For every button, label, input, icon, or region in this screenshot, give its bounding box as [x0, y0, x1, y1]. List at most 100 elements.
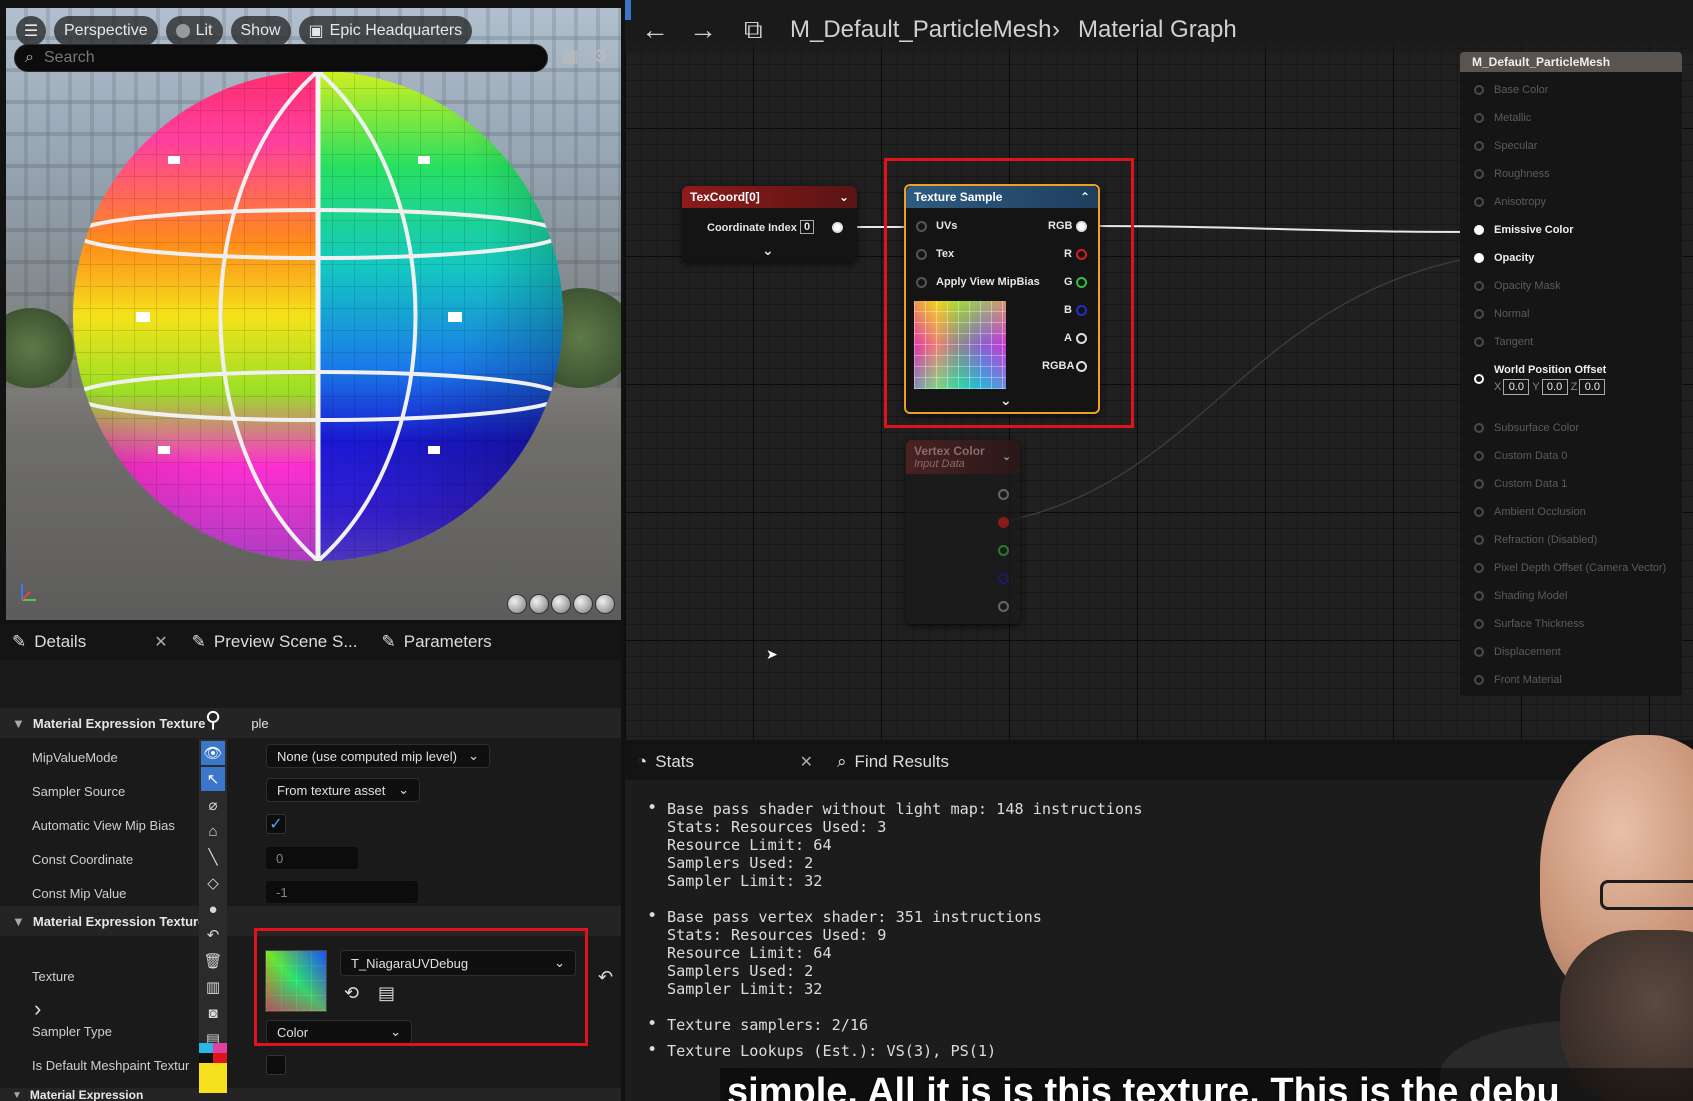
vertex-color-node[interactable]: Vertex Color Input Data ⌄ [906, 440, 1020, 624]
close-tab-icon[interactable]: ✕ [154, 632, 167, 652]
result-input-world-position-offset[interactable]: World Position Offset X 0.0 Y 0.0 Z 0.0 [1474, 364, 1606, 395]
input-pin[interactable] [1474, 647, 1484, 657]
cylinder-preview-icon[interactable] [507, 594, 527, 614]
vertex-color-b-pin[interactable] [998, 573, 1009, 584]
vertex-color-g-pin[interactable] [998, 545, 1009, 556]
result-input-base-color[interactable]: Base Color [1474, 84, 1548, 96]
result-input-front-material[interactable]: Front Material [1474, 674, 1562, 686]
eraser-icon[interactable]: ◇ [201, 871, 225, 895]
gear-icon[interactable]: ⚙ [591, 46, 607, 67]
result-input-subsurface-color[interactable]: Subsurface Color [1474, 422, 1579, 434]
result-input-shading-model[interactable]: Shading Model [1474, 590, 1567, 602]
dot-icon[interactable]: ● [201, 897, 225, 921]
stamp-icon[interactable]: ▥ [201, 975, 225, 999]
viewport-menu-button[interactable]: ☰ [16, 16, 46, 46]
result-input-ambient-occlusion[interactable]: Ambient Occlusion [1474, 506, 1586, 518]
auto-view-mip-bias-checkbox[interactable]: ✓ [266, 814, 286, 834]
result-input-custom-data-1[interactable]: Custom Data 1 [1474, 478, 1567, 490]
result-input-anisotropy[interactable]: Anisotropy [1474, 196, 1546, 208]
breadcrumb-material[interactable]: M_Default_ParticleMesh [790, 16, 1051, 44]
result-input-roughness[interactable]: Roughness [1474, 168, 1550, 180]
result-input-specular[interactable]: Specular [1474, 140, 1537, 152]
details-search-input[interactable]: ⌕ Search [14, 44, 548, 72]
input-pin[interactable] [1474, 591, 1484, 601]
input-pin[interactable] [1474, 197, 1484, 207]
input-pin[interactable] [1474, 113, 1484, 123]
eye-icon[interactable]: 👁 [201, 741, 225, 765]
result-input-displacement[interactable]: Displacement [1474, 646, 1561, 658]
camera-icon[interactable]: ◙ [201, 1001, 225, 1025]
lit-button[interactable]: Lit [165, 16, 223, 46]
input-pin[interactable] [1474, 479, 1484, 489]
texcoord-output-pin[interactable] [832, 222, 843, 233]
select-arrow-icon[interactable]: ↖ [201, 767, 225, 791]
chevron-down-icon[interactable]: ⌄ [839, 190, 849, 204]
environment-button[interactable]: ▣ Epic Headquarters [298, 16, 473, 46]
result-input-metallic[interactable]: Metallic [1474, 112, 1531, 124]
tab-details[interactable]: ✎ Details ✕ [0, 624, 180, 660]
result-input-tangent[interactable]: Tangent [1474, 336, 1533, 348]
result-input-opacity[interactable]: Opacity [1474, 252, 1534, 264]
input-pin[interactable] [1474, 169, 1484, 179]
input-pin[interactable] [1474, 141, 1484, 151]
input-pin[interactable] [1474, 563, 1484, 573]
reset-to-default-icon[interactable]: ↶ [598, 967, 613, 988]
tab-preview-scene[interactable]: ✎ Preview Scene S... [180, 624, 370, 660]
line-icon[interactable]: ╲ [201, 845, 225, 869]
result-input-surface-thickness[interactable]: Surface Thickness [1474, 618, 1584, 630]
forward-arrow-icon[interactable]: → [689, 14, 717, 46]
show-button[interactable]: Show [230, 16, 291, 46]
input-pin[interactable] [1474, 225, 1484, 235]
mip-value-mode-dropdown[interactable]: None (use computed mip level) ⌄ [266, 744, 490, 768]
result-input-opacity-mask[interactable]: Opacity Mask [1474, 280, 1561, 292]
input-pin[interactable] [1474, 281, 1484, 291]
result-input-refraction[interactable]: Refraction (Disabled) [1474, 534, 1597, 546]
undo-icon[interactable]: ↶ [201, 923, 225, 947]
vertex-color-r-pin[interactable] [998, 517, 1009, 528]
input-pin[interactable] [1474, 309, 1484, 319]
sampler-source-dropdown[interactable]: From texture asset ⌄ [266, 778, 420, 802]
lasso-icon[interactable]: ⌀ [201, 793, 225, 817]
tag-icon[interactable]: ⌂ [201, 819, 225, 843]
section-material-expression[interactable]: ▼ Material Expression [0, 1088, 621, 1101]
sphere-preview-icon[interactable] [529, 594, 549, 614]
input-pin[interactable] [1474, 535, 1484, 545]
result-input-custom-data-0[interactable]: Custom Data 0 [1474, 450, 1567, 462]
perspective-button[interactable]: Perspective [54, 16, 158, 46]
input-pin[interactable] [1474, 619, 1484, 629]
is-default-meshpaint-checkbox[interactable] [266, 1055, 286, 1075]
vertex-color-a-pin[interactable] [998, 601, 1009, 612]
result-input-pixel-depth-offset[interactable]: Pixel Depth Offset (Camera Vector) [1474, 562, 1666, 574]
preview-viewport[interactable]: ☰ Perspective Lit Show ▣ Epic Headquarter… [6, 8, 621, 620]
wpo-x-field[interactable]: 0.0 [1503, 379, 1530, 395]
table-view-icon[interactable]: ▦ [562, 46, 579, 67]
const-mip-value-field[interactable]: -1 [266, 881, 418, 903]
tab-stats[interactable]: ◔ Stats ✕ [625, 744, 825, 780]
close-tab-icon[interactable]: ✕ [800, 752, 813, 772]
node-expand-icon[interactable]: ⌄ [762, 242, 774, 259]
cube-preview-icon[interactable] [573, 594, 593, 614]
trash-icon[interactable]: 🗑 [201, 949, 225, 973]
const-coordinate-field[interactable]: 0 [266, 847, 358, 869]
input-pin[interactable] [1474, 253, 1484, 263]
section-material-expression-texture-sample[interactable]: ▼ Material Expression Texture ple [0, 708, 621, 738]
color-swatch-icon[interactable] [199, 1043, 227, 1093]
teapot-preview-icon[interactable] [595, 594, 615, 614]
result-input-normal[interactable]: Normal [1474, 308, 1529, 320]
input-pin[interactable] [1474, 507, 1484, 517]
input-pin[interactable] [1474, 337, 1484, 347]
tab-find-results[interactable]: ⌕ Find Results [825, 744, 961, 780]
input-pin[interactable] [1474, 85, 1484, 95]
tab-parameters[interactable]: ✎ Parameters [370, 624, 504, 660]
result-input-emissive-color[interactable]: Emissive Color [1474, 224, 1573, 236]
material-result-node[interactable]: M_Default_ParticleMesh Base Color Metall… [1460, 52, 1682, 696]
chevron-down-icon[interactable]: ⌄ [1002, 450, 1011, 463]
expand-arrow-icon[interactable]: › [34, 996, 41, 1022]
input-pin[interactable] [1474, 451, 1484, 461]
wpo-z-field[interactable]: 0.0 [1579, 379, 1606, 395]
texcoord-node[interactable]: TexCoord[0] ⌄ Coordinate Index 0 ⌄ [682, 186, 857, 262]
input-pin[interactable] [1474, 675, 1484, 685]
coordinate-index-field[interactable]: 0 [800, 220, 815, 234]
back-arrow-icon[interactable]: ← [641, 14, 669, 46]
input-pin[interactable] [1474, 423, 1484, 433]
